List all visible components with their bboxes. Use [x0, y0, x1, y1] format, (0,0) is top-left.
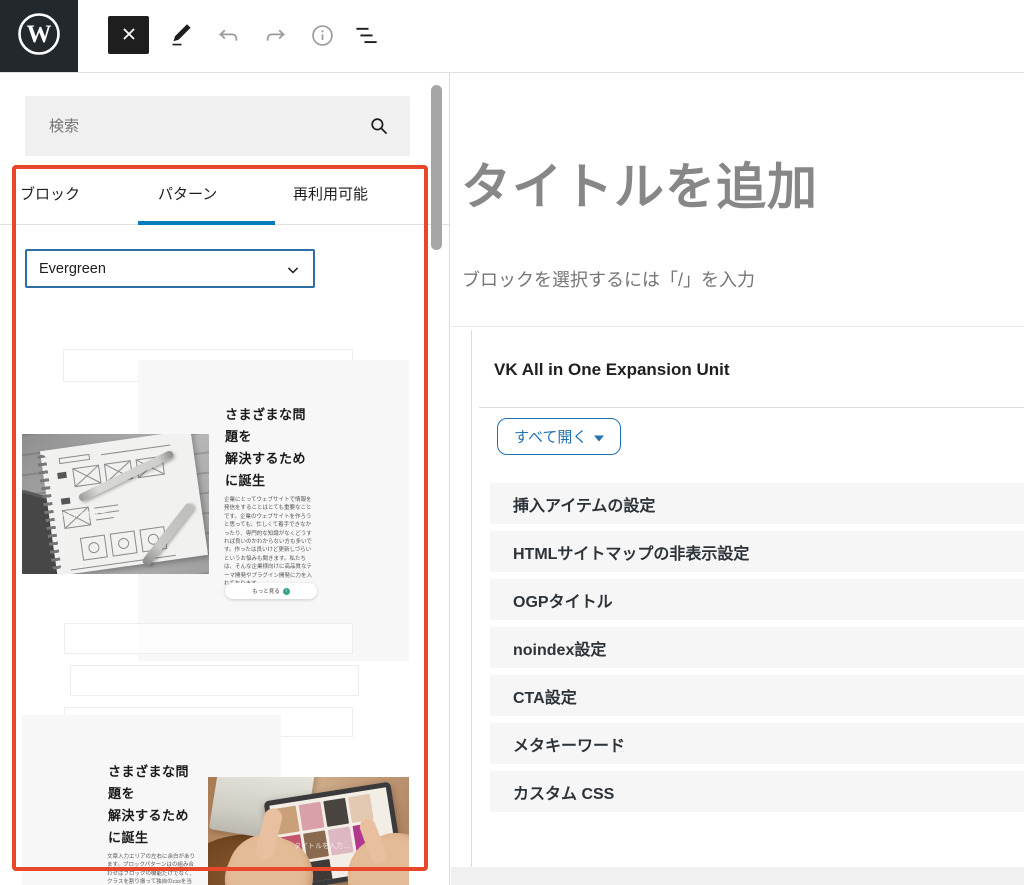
- details-button[interactable]: [307, 22, 337, 52]
- chevron-down-icon: [283, 260, 303, 280]
- svg-text:W: W: [27, 21, 52, 48]
- pattern2-placeholder-box: [64, 623, 353, 654]
- tab-blocks[interactable]: ブロック: [20, 183, 80, 204]
- notebook-shape: [40, 434, 208, 574]
- pattern1-notebook-photo: タイトルを入力…: [22, 434, 209, 574]
- section-cta[interactable]: CTA設定: [490, 675, 1024, 716]
- block-inserter-toggle-button[interactable]: [108, 16, 149, 54]
- pattern1-more-button: もっと見る ›: [225, 583, 317, 599]
- wordpress-w-icon: W: [17, 12, 61, 61]
- tab-reusable[interactable]: 再利用可能: [293, 183, 368, 204]
- editor-toolbar: W: [0, 0, 1024, 73]
- pattern2-heading: さまざまな問 題を 解決するため に誕生: [108, 761, 198, 849]
- metabox-area-footer: [451, 867, 1024, 885]
- section-custom-css[interactable]: カスタム CSS: [490, 771, 1024, 812]
- list-view-button[interactable]: [351, 22, 381, 52]
- expand-all-label: すべて開く: [514, 426, 587, 447]
- circle-arrow-icon: ›: [283, 588, 290, 595]
- sidebar-scrollbar[interactable]: [431, 85, 442, 250]
- redo-arrow-icon: [262, 22, 289, 52]
- search-input[interactable]: [49, 96, 359, 156]
- edit-mode-button[interactable]: [166, 22, 196, 52]
- editor-canvas: タイトルを追加 ブロックを選択するには「/」を入力 VK All in One …: [451, 73, 1024, 885]
- tab-patterns[interactable]: パターン: [158, 183, 217, 204]
- pattern-category-value: Evergreen: [27, 261, 106, 277]
- more-button-label: もっと見る: [252, 587, 280, 595]
- section-meta-keywords[interactable]: メタキーワード: [490, 723, 1024, 764]
- pencil-icon: [168, 22, 195, 52]
- post-title-placeholder[interactable]: タイトルを追加: [461, 147, 818, 219]
- post-body-placeholder[interactable]: ブロックを選択するには「/」を入力: [462, 266, 755, 292]
- section-html-sitemap[interactable]: HTMLサイトマップの非表示設定: [490, 531, 1024, 572]
- wordpress-logo[interactable]: W: [0, 0, 78, 72]
- info-icon: [309, 22, 336, 52]
- redo-button[interactable]: [260, 22, 290, 52]
- close-icon: [118, 23, 140, 48]
- inserter-tabs: ブロック パターン 再利用可能: [0, 165, 449, 225]
- search-box: [25, 96, 410, 156]
- pattern1-body-text: 企業にとってウェブサイトで情報を発信をすることはとても重要なことです。企業のウェ…: [224, 496, 314, 588]
- pattern-category-select[interactable]: Evergreen: [25, 249, 315, 288]
- active-tab-indicator: [138, 221, 275, 225]
- canvas-divider: [451, 326, 1024, 327]
- section-noindex[interactable]: noindex設定: [490, 627, 1024, 668]
- list-view-icon: [353, 22, 380, 52]
- triangle-down-icon: [594, 433, 604, 443]
- search-icon: [366, 113, 392, 139]
- undo-button[interactable]: [213, 22, 243, 52]
- pattern2-tablet-photo: タイトルを入力…: [208, 777, 409, 885]
- section-ogp-title[interactable]: OGPタイトル: [490, 579, 1024, 620]
- pattern2-image-watermark: タイトルを入力…: [294, 841, 350, 851]
- pattern1-image-watermark: タイトルを入力…: [58, 510, 114, 520]
- pattern2-placeholder-box: [70, 665, 359, 696]
- metabox-divider: [479, 407, 1024, 408]
- block-inserter-panel: ブロック パターン 再利用可能 Evergreen: [0, 73, 450, 885]
- section-insert-items[interactable]: 挿入アイテムの設定: [490, 483, 1024, 524]
- metabox-title: VK All in One Expansion Unit: [494, 360, 730, 380]
- pattern1-heading: さまざまな問 題を 解決するため に誕生: [225, 404, 315, 492]
- expand-all-button[interactable]: すべて開く: [497, 418, 621, 455]
- undo-arrow-icon: [215, 22, 242, 52]
- wireframe-sketch: [40, 434, 208, 574]
- pattern2-body-text: 文章入力エリアの左右に余白があります。ブロックパターンはの組み合わせはブロックの…: [107, 853, 197, 885]
- vk-exunit-metabox: VK All in One Expansion Unit すべて開く 挿入アイテ…: [471, 330, 1024, 868]
